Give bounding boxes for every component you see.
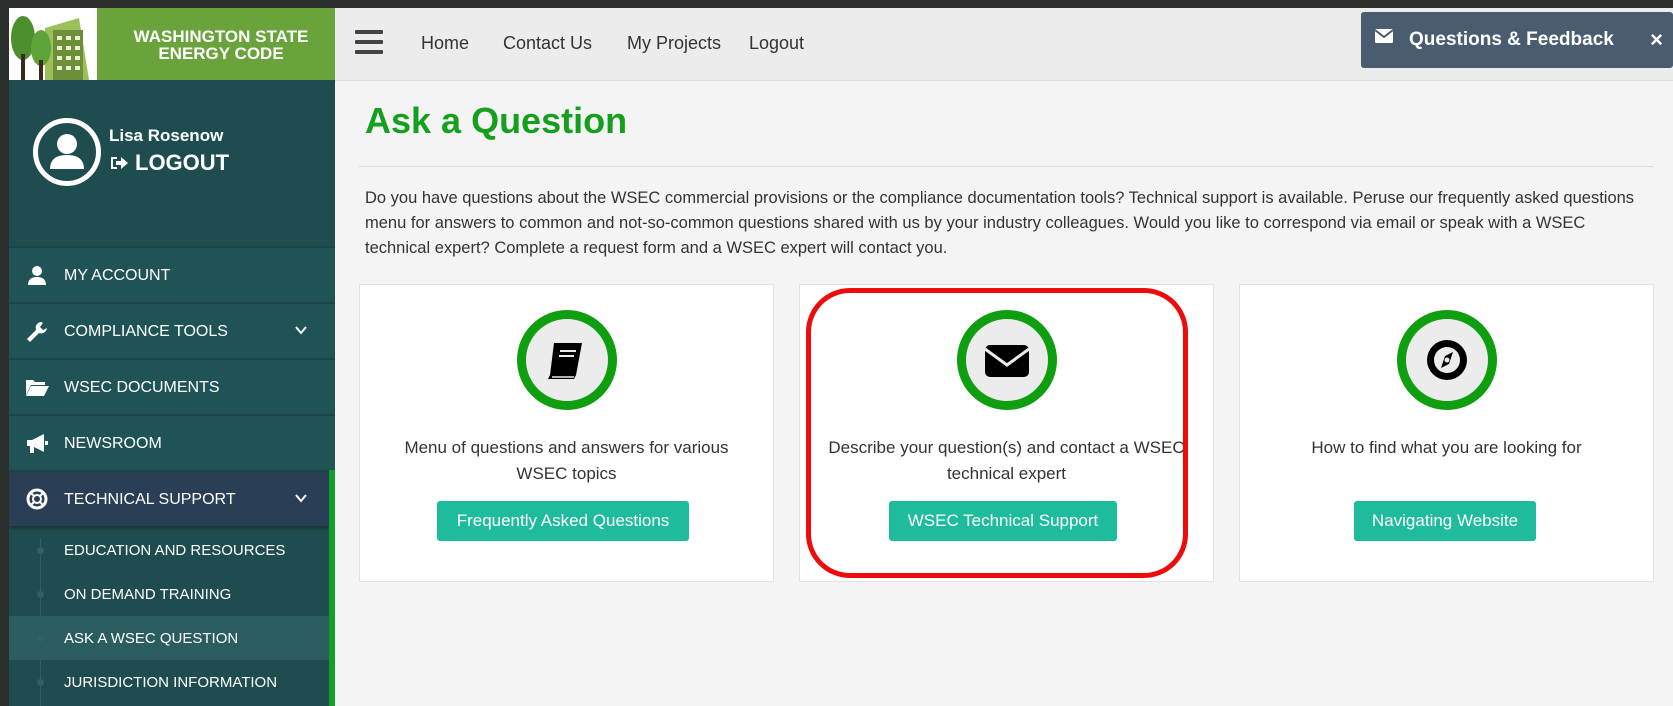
close-icon[interactable]: × [1650, 27, 1663, 53]
wsec-logo [9, 8, 97, 80]
nav-link-logout[interactable]: Logout [749, 33, 804, 54]
sign-out-icon [111, 157, 128, 169]
sidebar-item-wsec-documents[interactable]: WSEC DOCUMENTS [9, 358, 335, 414]
sidebar-logout-link[interactable]: LOGOUT [109, 150, 229, 176]
active-section-indicator [329, 470, 335, 706]
envelope-icon [1375, 29, 1393, 43]
sidebar-item-label: NEWSROOM [64, 435, 162, 452]
user-icon [28, 266, 46, 285]
sidebar-item-technical-support[interactable]: TECHNICAL SUPPORT [9, 470, 329, 526]
sidebar-subitem-label: ON DEMAND TRAINING [64, 586, 232, 603]
user-name: Lisa Rosenow [109, 126, 224, 145]
app-window: WASHINGTON STATE ENERGY CODE Lisa Roseno… [9, 8, 1673, 706]
navigate-icon-circle [1397, 310, 1497, 410]
sidebar-subitem-jurisdiction-information[interactable]: JURISDICTION INFORMATION [9, 660, 329, 704]
navigating-website-button[interactable]: Navigating Website [1354, 501, 1536, 541]
sidebar-subitem-education-resources[interactable]: EDUCATION AND RESOURCES [9, 528, 329, 572]
card-navigating-website: How to find what you are looking for Nav… [1239, 284, 1654, 582]
nav-link-contact-us[interactable]: Contact Us [503, 33, 592, 54]
faq-icon-circle [517, 310, 617, 410]
sidebar-item-label: WSEC DOCUMENTS [64, 379, 220, 396]
sidebar-subitem-label: ASK A WSEC QUESTION [64, 630, 239, 647]
nav-link-my-projects[interactable]: My Projects [627, 33, 721, 54]
sidebar-subitem-on-demand-training[interactable]: ON DEMAND TRAINING [9, 572, 329, 616]
card-description: How to find what you are looking for [1311, 438, 1582, 457]
highlight-annotation [806, 288, 1188, 578]
faq-button[interactable]: Frequently Asked Questions [437, 501, 689, 541]
bullet-dot [37, 635, 44, 642]
user-block: Lisa Rosenow LOGOUT [9, 80, 335, 246]
sidebar: WASHINGTON STATE ENERGY CODE Lisa Roseno… [9, 8, 335, 706]
bullet-dot [37, 679, 44, 686]
sidebar-item-my-account[interactable]: MY ACCOUNT [9, 246, 335, 302]
lifebuoy-icon [26, 488, 48, 510]
sidebar-item-newsroom[interactable]: NEWSROOM [9, 414, 335, 470]
chevron-down-icon [295, 494, 307, 503]
intro-paragraph: Do you have questions about the WSEC com… [365, 189, 1635, 257]
card-faq: Menu of questions and answers for variou… [359, 284, 774, 582]
sidebar-item-label: TECHNICAL SUPPORT [64, 491, 236, 508]
avatar [33, 118, 101, 186]
brand-line-1: WASHINGTON STATE [133, 27, 309, 46]
feedback-label: Questions & Feedback [1409, 29, 1614, 50]
sidebar-item-compliance-tools[interactable]: COMPLIANCE TOOLS [9, 302, 335, 358]
sidebar-item-label: MY ACCOUNT [64, 267, 171, 284]
logout-label: LOGOUT [135, 150, 230, 175]
wrench-icon [27, 322, 47, 342]
book-icon [548, 343, 582, 379]
sidebar-subitem-ask-wsec-question[interactable]: ASK A WSEC QUESTION [9, 616, 329, 660]
card-description: Menu of questions and answers for variou… [404, 438, 729, 483]
page-title: Ask a Question [365, 100, 628, 141]
folder-open-icon [26, 380, 49, 396]
megaphone-icon [27, 434, 48, 453]
sidebar-item-label: COMPLIANCE TOOLS [64, 323, 228, 340]
user-avatar-icon [50, 134, 84, 169]
brand-line-2: ENERGY CODE [158, 44, 284, 63]
sidebar-subitem-label: JURISDICTION INFORMATION [64, 674, 278, 691]
sidebar-subitem-label: EDUCATION AND RESOURCES [64, 542, 286, 559]
chevron-down-icon [295, 326, 307, 335]
bullet-dot [37, 547, 44, 554]
brand-header[interactable]: WASHINGTON STATE ENERGY CODE [9, 8, 335, 80]
nav-link-home[interactable]: Home [421, 33, 469, 54]
compass-icon [1427, 340, 1467, 380]
hamburger-menu-icon[interactable] [355, 30, 383, 54]
title-divider [359, 166, 1653, 167]
questions-feedback-widget[interactable]: Questions & Feedback × [1361, 12, 1673, 68]
bullet-dot [37, 591, 44, 598]
brand-title: WASHINGTON STATE ENERGY CODE [121, 28, 321, 62]
